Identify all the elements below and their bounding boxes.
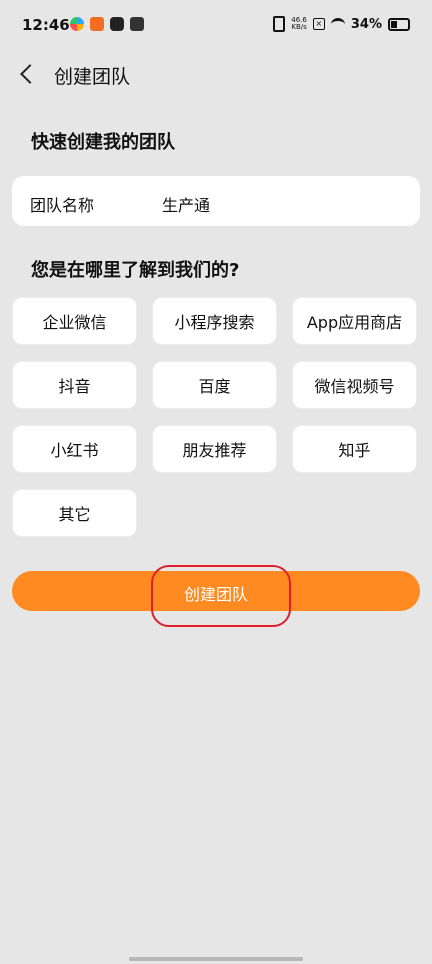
battery-percent: 34% — [350, 16, 382, 32]
option-mini-program-search[interactable]: 小程序搜索 — [152, 297, 277, 345]
status-bar: 12:46 46.6 KB/s × 34% — [0, 0, 432, 52]
status-app-icons — [70, 17, 144, 31]
team-name-input[interactable]: 生产通 — [162, 192, 210, 216]
section-title-source: 您是在哪里了解到我们的? — [31, 260, 240, 281]
network-speed: 46.6 KB/s — [291, 17, 307, 31]
app-notification-icon — [70, 17, 84, 31]
network-speed-unit: KB/s — [291, 23, 307, 31]
option-other[interactable]: 其它 — [12, 489, 137, 537]
wifi-icon — [330, 17, 345, 31]
team-name-field[interactable]: 团队名称 生产通 — [12, 176, 420, 226]
page-title: 创建团队 — [54, 66, 131, 88]
annotation-circle — [151, 565, 291, 627]
no-sim-icon: × — [312, 18, 325, 30]
app-notification-icon — [130, 17, 144, 31]
option-xiaohongshu[interactable]: 小红书 — [12, 425, 137, 473]
battery-icon — [388, 17, 410, 31]
option-wechat-channels[interactable]: 微信视频号 — [292, 361, 417, 409]
status-time: 12:46 — [22, 16, 70, 34]
back-button[interactable] — [14, 58, 42, 90]
team-name-label: 团队名称 — [30, 196, 95, 215]
app-notification-icon — [110, 17, 124, 31]
vibrate-icon — [273, 16, 286, 32]
option-friend-referral[interactable]: 朋友推荐 — [152, 425, 277, 473]
top-bar: 创建团队 — [0, 52, 432, 96]
option-zhihu[interactable]: 知乎 — [292, 425, 417, 473]
home-indicator — [129, 957, 303, 961]
back-arrow-icon — [20, 64, 40, 84]
section-title-create: 快速创建我的团队 — [31, 132, 175, 153]
status-right: 46.6 KB/s × 34% — [273, 16, 410, 32]
option-wecom[interactable]: 企业微信 — [12, 297, 137, 345]
option-douyin[interactable]: 抖音 — [12, 361, 137, 409]
source-options-grid: 企业微信 小程序搜索 App应用商店 抖音 百度 微信视频号 小红书 朋友推荐 … — [12, 297, 420, 537]
app-notification-icon — [90, 17, 104, 31]
option-app-store[interactable]: App应用商店 — [292, 297, 417, 345]
option-baidu[interactable]: 百度 — [152, 361, 277, 409]
